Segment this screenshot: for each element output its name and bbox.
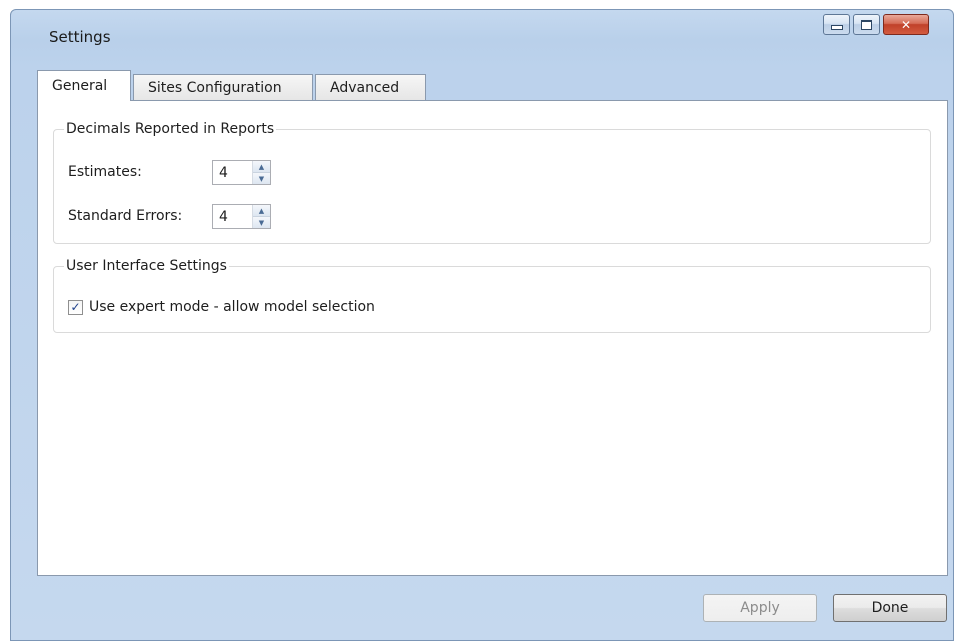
close-button[interactable]: ✕ <box>883 14 929 35</box>
tab-strip: General Sites Configuration Advanced <box>37 70 428 101</box>
standard-errors-value[interactable]: 4 <box>213 209 252 225</box>
general-tab-panel: Decimals Reported in Reports Estimates: … <box>37 100 948 576</box>
ui-settings-group: User Interface Settings ✓ Use expert mod… <box>53 256 931 333</box>
estimates-down-arrow-icon[interactable]: ▼ <box>253 173 270 184</box>
tab-sites-configuration[interactable]: Sites Configuration <box>133 74 313 100</box>
window-title: Settings <box>49 28 111 46</box>
expert-mode-label[interactable]: Use expert mode - allow model selection <box>89 299 375 315</box>
minimize-button[interactable] <box>823 14 850 35</box>
expert-mode-checkbox[interactable]: ✓ <box>68 299 83 315</box>
apply-button[interactable]: Apply <box>703 594 817 622</box>
estimates-stepper[interactable]: 4 ▲ ▼ <box>212 160 271 185</box>
estimates-stepper-arrows: ▲ ▼ <box>252 161 270 184</box>
standard-errors-stepper-arrows: ▲ ▼ <box>252 205 270 228</box>
ui-settings-group-legend: User Interface Settings <box>64 256 229 276</box>
decimals-group: Decimals Reported in Reports Estimates: … <box>53 119 931 244</box>
tab-advanced[interactable]: Advanced <box>315 74 426 100</box>
decimals-group-legend: Decimals Reported in Reports <box>64 119 277 139</box>
caption-buttons: ✕ <box>823 14 932 35</box>
expert-mode-row[interactable]: ✓ Use expert mode - allow model selectio… <box>68 299 375 315</box>
estimates-row: Estimates: <box>68 164 142 180</box>
estimates-up-arrow-icon[interactable]: ▲ <box>253 161 270 173</box>
close-icon: ✕ <box>900 17 912 32</box>
done-button[interactable]: Done <box>833 594 947 622</box>
maximize-icon <box>861 19 872 30</box>
tab-general[interactable]: General <box>37 70 131 101</box>
standard-errors-row: Standard Errors: <box>68 208 182 224</box>
maximize-button[interactable] <box>853 14 880 35</box>
standard-errors-down-arrow-icon[interactable]: ▼ <box>253 217 270 228</box>
checkmark-icon: ✓ <box>70 300 81 314</box>
standard-errors-up-arrow-icon[interactable]: ▲ <box>253 205 270 217</box>
minimize-icon <box>830 25 843 30</box>
standard-errors-stepper[interactable]: 4 ▲ ▼ <box>212 204 271 229</box>
standard-errors-label: Standard Errors: <box>68 208 183 224</box>
estimates-value[interactable]: 4 <box>213 165 252 181</box>
estimates-label: Estimates: <box>68 164 142 180</box>
